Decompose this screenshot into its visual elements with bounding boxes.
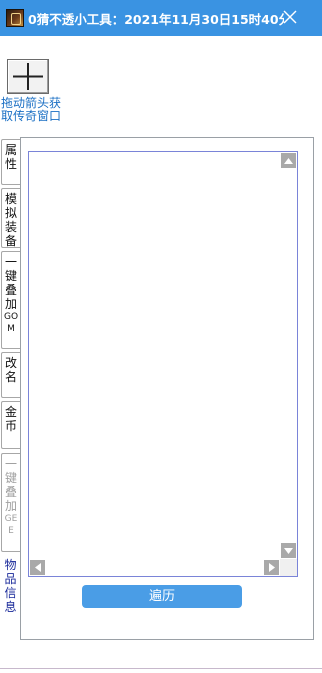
tab-label: 一键叠加 xyxy=(4,457,17,513)
tab-suffix: GOM xyxy=(3,312,19,334)
tab-gold[interactable]: 金币 xyxy=(1,401,20,449)
tab-stack-gee[interactable]: 一键叠加 GEE xyxy=(1,453,20,552)
tab-label: 改名 xyxy=(4,356,17,384)
tab-label: 一键叠加 xyxy=(4,255,17,311)
scroll-left-icon[interactable] xyxy=(30,560,45,575)
item-list[interactable] xyxy=(28,151,298,577)
tab-item-info[interactable]: 物品信息 xyxy=(1,555,20,615)
tab-label: 物品信息 xyxy=(4,558,17,614)
horizontal-scrollbar[interactable] xyxy=(29,559,280,576)
vertical-scrollbar[interactable] xyxy=(280,152,297,559)
tab-label: 金币 xyxy=(4,405,17,433)
traverse-button[interactable]: 遍历 xyxy=(82,585,242,608)
crosshair-icon xyxy=(13,63,43,90)
scroll-right-icon[interactable] xyxy=(264,560,279,575)
scroll-down-icon[interactable] xyxy=(281,543,296,558)
scroll-corner xyxy=(280,559,297,576)
close-icon[interactable] xyxy=(281,8,299,26)
window-title: 0猜不透小工具：2021年11月30日15时40分1... xyxy=(28,12,284,27)
app-icon xyxy=(6,9,24,27)
window-bottom-border xyxy=(0,668,322,669)
crosshair-label: 拖动箭头获取传奇窗口 xyxy=(1,96,62,123)
tab-simulate-equipment[interactable]: 模拟装备 xyxy=(1,188,20,248)
crosshair-drag-button[interactable] xyxy=(7,59,49,94)
tab-label: 模拟装备 xyxy=(4,192,17,248)
tab-label: 属性 xyxy=(4,143,17,171)
tab-stack-gom[interactable]: 一键叠加 GOM xyxy=(1,251,20,349)
tab-rename[interactable]: 改名 xyxy=(1,352,20,398)
tab-suffix: GEE xyxy=(4,514,18,536)
title-bar[interactable]: 0猜不透小工具：2021年11月30日15时40分1... xyxy=(0,0,322,36)
tab-attributes[interactable]: 属性 xyxy=(1,139,20,185)
scroll-up-icon[interactable] xyxy=(281,153,296,168)
